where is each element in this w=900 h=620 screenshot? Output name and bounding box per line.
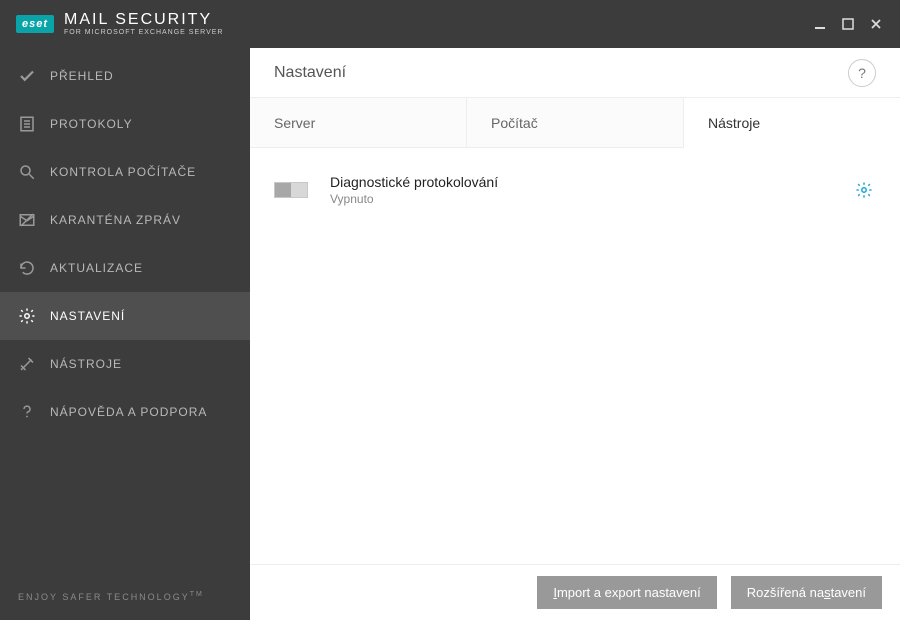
search-icon (18, 163, 44, 181)
sidebar-item-update[interactable]: AKTUALIZACE (0, 244, 250, 292)
tab-server[interactable]: Server (250, 98, 467, 147)
sidebar-item-overview[interactable]: PŘEHLED (0, 52, 250, 100)
tab-tools[interactable]: Nástroje (684, 98, 900, 148)
help-icon (18, 403, 44, 421)
tab-label: Server (274, 115, 315, 131)
sidebar-item-help[interactable]: NÁPOVĚDA A PODPORA (0, 388, 250, 436)
brand-title: MAIL SECURITY (64, 11, 223, 29)
sidebar-item-label: KARANTÉNA ZPRÁV (50, 213, 181, 227)
tab-computer[interactable]: Počítač (467, 98, 684, 147)
content: Diagnostické protokolování Vypnuto (250, 148, 900, 564)
brand-subtitle: FOR MICROSOFT EXCHANGE SERVER (64, 29, 223, 37)
page-title: Nastavení (274, 64, 346, 82)
sidebar-item-scan[interactable]: KONTROLA POČÍTAČE (0, 148, 250, 196)
setting-configure-button[interactable] (852, 178, 876, 202)
sidebar-item-label: PROTOKOLY (50, 117, 133, 131)
question-icon: ? (858, 65, 866, 81)
brand-badge: eset (16, 15, 54, 33)
titlebar: eset MAIL SECURITY FOR MICROSOFT EXCHANG… (0, 0, 900, 48)
gear-icon (18, 307, 44, 325)
minimize-icon (814, 18, 826, 30)
sidebar-item-label: PŘEHLED (50, 69, 114, 83)
sidebar-item-label: AKTUALIZACE (50, 261, 143, 275)
advanced-settings-button[interactable]: Rozšířená nastavení (731, 576, 882, 609)
nav: PŘEHLED PROTOKOLY KONTROLA POČÍTAČE (0, 48, 250, 573)
tab-label: Počítač (491, 115, 538, 131)
page-header: Nastavení ? (250, 48, 900, 98)
tab-label: Nástroje (708, 115, 760, 131)
tabs: Server Počítač Nástroje (250, 98, 900, 148)
setting-title: Diagnostické protokolování (330, 174, 852, 190)
brand-text: MAIL SECURITY FOR MICROSOFT EXCHANGE SER… (64, 11, 223, 36)
import-export-button[interactable]: Import a export nastavení (537, 576, 716, 609)
sidebar-item-settings[interactable]: NASTAVENÍ (0, 292, 250, 340)
sidebar-item-tools[interactable]: NÁSTROJE (0, 340, 250, 388)
maximize-icon (842, 18, 854, 30)
maximize-button[interactable] (834, 10, 862, 38)
footer: Import a export nastavení Rozšířená nast… (250, 564, 900, 620)
help-button[interactable]: ? (848, 59, 876, 87)
close-button[interactable] (862, 10, 890, 38)
refresh-icon (18, 259, 44, 277)
check-icon (18, 67, 44, 85)
sidebar-footer: ENJOY SAFER TECHNOLOGYTM (0, 573, 250, 620)
setting-status: Vypnuto (330, 192, 852, 206)
toggle-diagnostic-logging[interactable] (274, 182, 308, 198)
sidebar-item-label: KONTROLA POČÍTAČE (50, 165, 196, 179)
tools-icon (18, 355, 44, 373)
sidebar-item-label: NÁPOVĚDA A PODPORA (50, 405, 207, 419)
envelope-blocked-icon (18, 211, 44, 229)
sidebar-item-quarantine[interactable]: KARANTÉNA ZPRÁV (0, 196, 250, 244)
list-icon (18, 115, 44, 133)
close-icon (870, 18, 882, 30)
setting-row-diagnostic-logging: Diagnostické protokolování Vypnuto (274, 168, 876, 212)
setting-text: Diagnostické protokolování Vypnuto (330, 174, 852, 206)
toggle-knob (275, 183, 291, 197)
sidebar: PŘEHLED PROTOKOLY KONTROLA POČÍTAČE (0, 48, 250, 620)
gear-icon (855, 181, 873, 199)
sidebar-item-logs[interactable]: PROTOKOLY (0, 100, 250, 148)
minimize-button[interactable] (806, 10, 834, 38)
sidebar-item-label: NÁSTROJE (50, 357, 122, 371)
sidebar-item-label: NASTAVENÍ (50, 309, 125, 323)
main: Nastavení ? Server Počítač Nástroje (250, 48, 900, 620)
